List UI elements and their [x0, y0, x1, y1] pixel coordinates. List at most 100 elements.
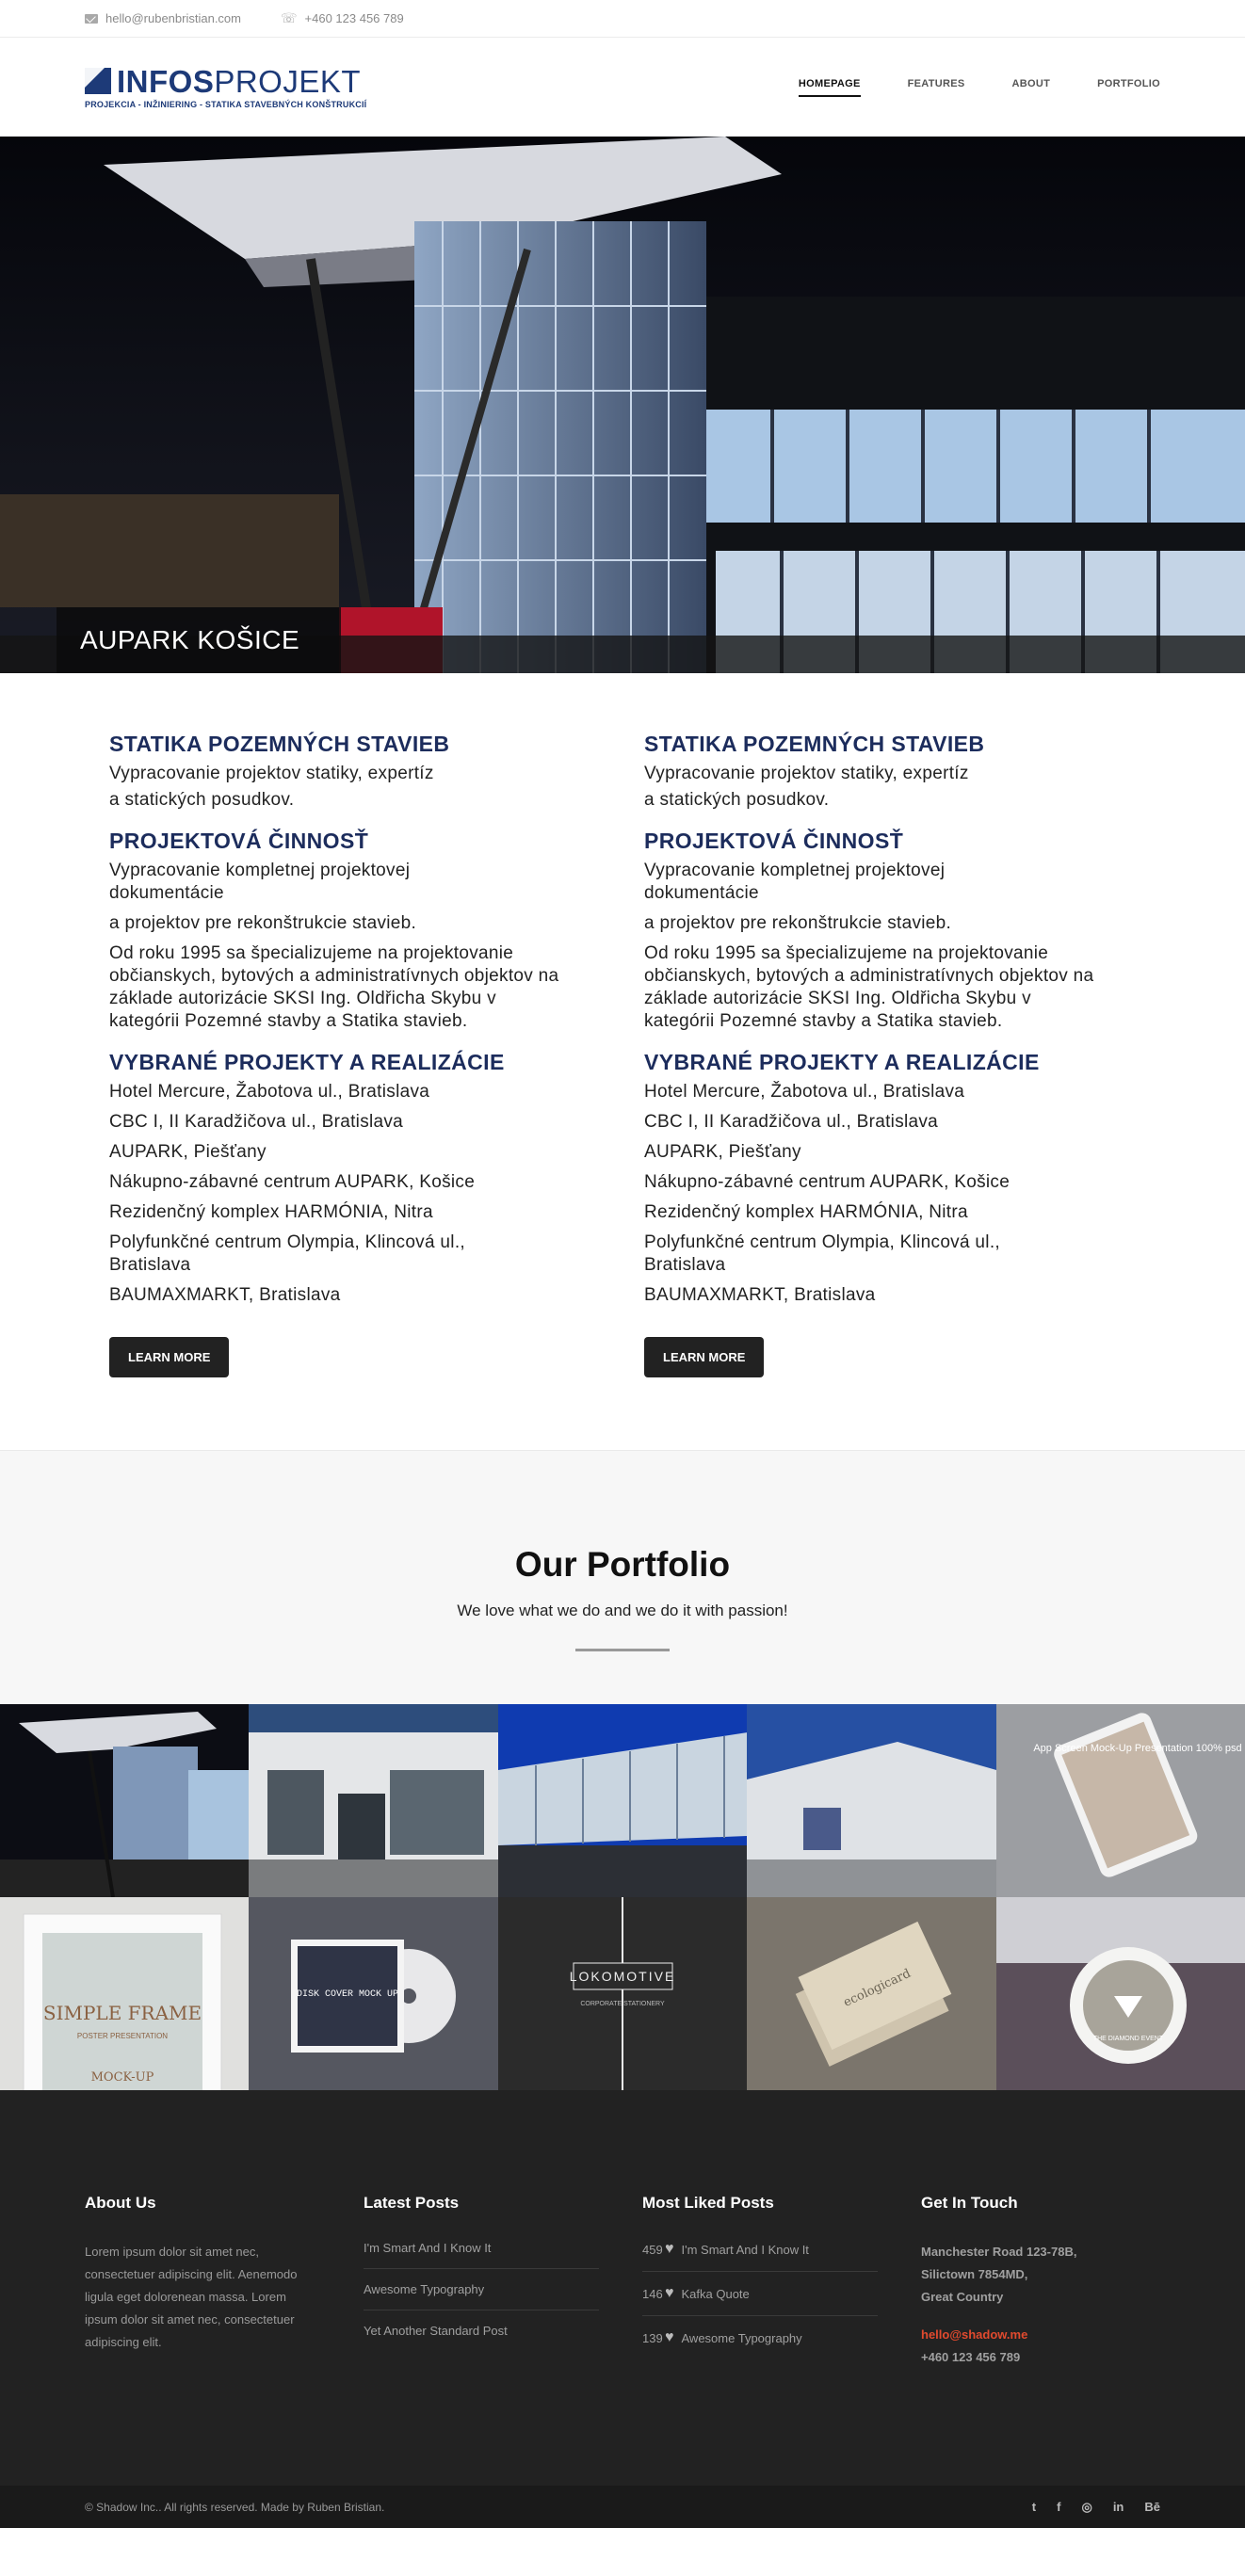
portfolio-title: Our Portfolio	[514, 1545, 731, 1584]
footer-heading: Latest Posts	[364, 2194, 460, 2212]
project-item: CBC I, II Karadžičova ul., Bratislava	[109, 1112, 404, 1132]
service-text: a statických posudkov.	[109, 790, 295, 810]
portfolio-item[interactable]: THE DIAMOND EVENT	[995, 1897, 1245, 2090]
portfolio-item[interactable]	[497, 1704, 748, 1897]
footer-latest-posts: Latest Posts I'm Smart And I Know It Awe…	[364, 2194, 642, 2373]
nav-homepage[interactable]: HOMEPAGE	[798, 78, 861, 97]
tile-text: App Screen Mock-Up Presentation 100% psd	[1033, 1743, 1241, 1754]
project-item: Rezidenčný komplex HARMÓNIA, Nitra	[109, 1202, 433, 1222]
project-item: Hotel Mercure, Žabotova ul., Bratislava	[109, 1082, 430, 1102]
about-text: Lorem ipsum dolor sit amet nec, consecte…	[85, 2245, 298, 2349]
nav-features[interactable]: FEATURES	[908, 78, 965, 97]
service-text: Vypracovanie projektov statiky, expertíz	[644, 764, 969, 783]
top-bar: hello@rubenbristian.com ☏ +460 123 456 7…	[0, 0, 1245, 38]
dribbble-icon[interactable]: ◎	[1081, 2500, 1091, 2515]
heart-icon: ♥	[665, 2285, 674, 2301]
portfolio-item[interactable]	[249, 1704, 498, 1897]
service-heading: STATIKA POZEMNÝCH STAVIEB	[644, 732, 985, 756]
topbar-email-text: hello@rubenbristian.com	[105, 11, 241, 25]
site-footer: About Us Lorem ipsum dolor sit amet nec,…	[0, 2090, 1245, 2486]
liked-post[interactable]: 459 ♥ I'm Smart And I Know It	[642, 2241, 878, 2272]
tile-subtitle: CORPORATE STATIONERY	[580, 2001, 665, 2007]
tile-subtitle: MOCK-UP	[91, 2070, 154, 2085]
portfolio-item[interactable]: SIMPLE FRAME POSTER PRESENTATION MOCK-UP	[0, 1897, 250, 2090]
logo-subtitle: PROJEKCIA - INŽINIERING - STATIKA STAVEB…	[85, 99, 367, 109]
liked-post[interactable]: 139 ♥ Awesome Typography	[642, 2329, 878, 2359]
logo[interactable]: INFOSPROJEKT PROJEKCIA - INŽINIERING - S…	[85, 66, 366, 109]
service-text: Od roku 1995 sa špecializujeme na projek…	[644, 943, 1094, 1031]
footer-liked-posts: Most Liked Posts 459 ♥ I'm Smart And I Kno…	[642, 2194, 921, 2373]
service-text: a projektov pre rekonštrukcie stavieb.	[109, 913, 417, 933]
heart-icon: ♥	[665, 2329, 674, 2345]
contact-email-link[interactable]: hello@shadow.me	[921, 2324, 1200, 2346]
project-item: BAUMAXMARKT, Bratislava	[644, 1285, 876, 1305]
portfolio-item[interactable]: LOKOMOTIVE CORPORATE STATIONERY	[497, 1897, 748, 2090]
behance-icon[interactable]: Bē	[1144, 2500, 1160, 2515]
portfolio-item[interactable]	[747, 1704, 996, 1897]
heart-icon: ♥	[665, 2241, 674, 2257]
site-header: INFOSPROJEKT PROJEKCIA - INŽINIERING - S…	[0, 38, 1245, 137]
service-heading: PROJEKTOVÁ ČINNOSŤ	[644, 829, 904, 853]
tile-text: DISK COVER MOCK UP	[297, 1989, 398, 2000]
linkedin-icon[interactable]: in	[1113, 2500, 1124, 2515]
footer-about: About Us Lorem ipsum dolor sit amet nec,…	[85, 2194, 364, 2373]
portfolio-item[interactable]	[0, 1704, 250, 1897]
topbar-phone: ☏ +460 123 456 789	[281, 10, 404, 26]
logo-text: INFOSPROJEKT	[117, 63, 362, 99]
copyright: © Shadow Inc.. All rights reserved. Made…	[85, 2500, 385, 2514]
liked-post[interactable]: 146 ♥ Kafka Quote	[642, 2285, 878, 2316]
divider	[575, 1649, 670, 1651]
topbar-email[interactable]: hello@rubenbristian.com	[85, 11, 241, 25]
learn-more-button[interactable]: LEARN MORE	[109, 1337, 230, 1377]
project-item: CBC I, II Karadžičova ul., Bratislava	[644, 1112, 939, 1132]
service-heading: VYBRANÉ PROJEKTY A REALIZÁCIE	[644, 1050, 1040, 1074]
latest-post-link[interactable]: Awesome Typography	[364, 2282, 599, 2310]
address-line: Silictown 7854MD,	[921, 2267, 1028, 2281]
service-text: Vypracovanie kompletnej projektovej doku…	[109, 861, 411, 903]
service-heading: PROJEKTOVÁ ČINNOSŤ	[109, 829, 369, 853]
service-text: a projektov pre rekonštrukcie stavieb.	[644, 913, 952, 933]
project-item: Rezidenčný komplex HARMÓNIA, Nitra	[644, 1202, 968, 1222]
latest-post-link[interactable]: Yet Another Standard Post	[364, 2324, 599, 2351]
tile-title: LOKOMOTIVE	[569, 1969, 675, 1984]
portfolio-tagline: We love what we do and we do it with pas…	[457, 1602, 788, 1619]
nav-about[interactable]: ABOUT	[1012, 78, 1051, 97]
service-heading: VYBRANÉ PROJEKTY A REALIZÁCIE	[109, 1050, 505, 1074]
hero-image	[0, 137, 1245, 673]
like-count: 139	[642, 2330, 663, 2345]
like-count: 146	[642, 2286, 663, 2301]
portfolio-item[interactable]: App Screen Mock-Up Presentation 100% psd	[995, 1704, 1245, 1897]
latest-post-link[interactable]: I'm Smart And I Know It	[364, 2241, 599, 2269]
facebook-icon[interactable]: f	[1057, 2500, 1060, 2515]
services-section: STATIKA POZEMNÝCH STAVIEB Vypracovanie p…	[0, 673, 1245, 1377]
project-item: AUPARK, Piešťany	[644, 1142, 801, 1162]
twitter-icon[interactable]: t	[1032, 2500, 1036, 2515]
project-item: Nákupno-zábavné centrum AUPARK, Košice	[644, 1172, 1011, 1192]
learn-more-button[interactable]: LEARN MORE	[644, 1337, 765, 1377]
social-links: t f ◎ in Bē	[1032, 2500, 1160, 2515]
service-text: Vypracovanie projektov statiky, expertíz	[109, 764, 434, 783]
hero-caption: AUPARK KOŠICE	[57, 607, 341, 673]
service-text: Vypracovanie kompletnej projektovej doku…	[644, 861, 946, 903]
tile-subtitle: POSTER PRESENTATION	[77, 2032, 168, 2040]
project-item: AUPARK, Piešťany	[109, 1142, 267, 1162]
main-nav: HOMEPAGE FEATURES ABOUT PORTFOLIO	[798, 78, 1160, 97]
address-line: Manchester Road 123-78B,	[921, 2245, 1077, 2259]
tile-text: THE DIAMOND EVENT	[1092, 2036, 1163, 2042]
footer-contact: Get In Touch Manchester Road 123-78B, Si…	[921, 2194, 1200, 2373]
tile-title: SIMPLE FRAME	[43, 2002, 202, 2024]
project-item: Hotel Mercure, Žabotova ul., Bratislava	[644, 1082, 965, 1102]
portfolio-item[interactable]: ecologicard	[747, 1897, 996, 2090]
address-line: Great Country	[921, 2290, 1004, 2304]
liked-post-title: Kafka Quote	[681, 2286, 750, 2301]
phone-icon: ☏	[281, 10, 298, 25]
portfolio-item[interactable]: DISK COVER MOCK UP	[249, 1897, 498, 2090]
nav-portfolio[interactable]: PORTFOLIO	[1097, 78, 1160, 97]
topbar-phone-text: +460 123 456 789	[304, 11, 404, 25]
hero-slider[interactable]: AUPARK KOŠICE	[0, 137, 1245, 673]
service-column: STATIKA POZEMNÝCH STAVIEB Vypracovanie p…	[109, 732, 644, 1377]
portfolio-grid: App Screen Mock-Up Presentation 100% psd…	[0, 1704, 1245, 2090]
service-text: Od roku 1995 sa špecializujeme na projek…	[109, 943, 559, 1031]
portfolio-section: Our Portfolio We love what we do and we …	[0, 1450, 1245, 1704]
contact-phone: +460 123 456 789	[921, 2350, 1021, 2364]
